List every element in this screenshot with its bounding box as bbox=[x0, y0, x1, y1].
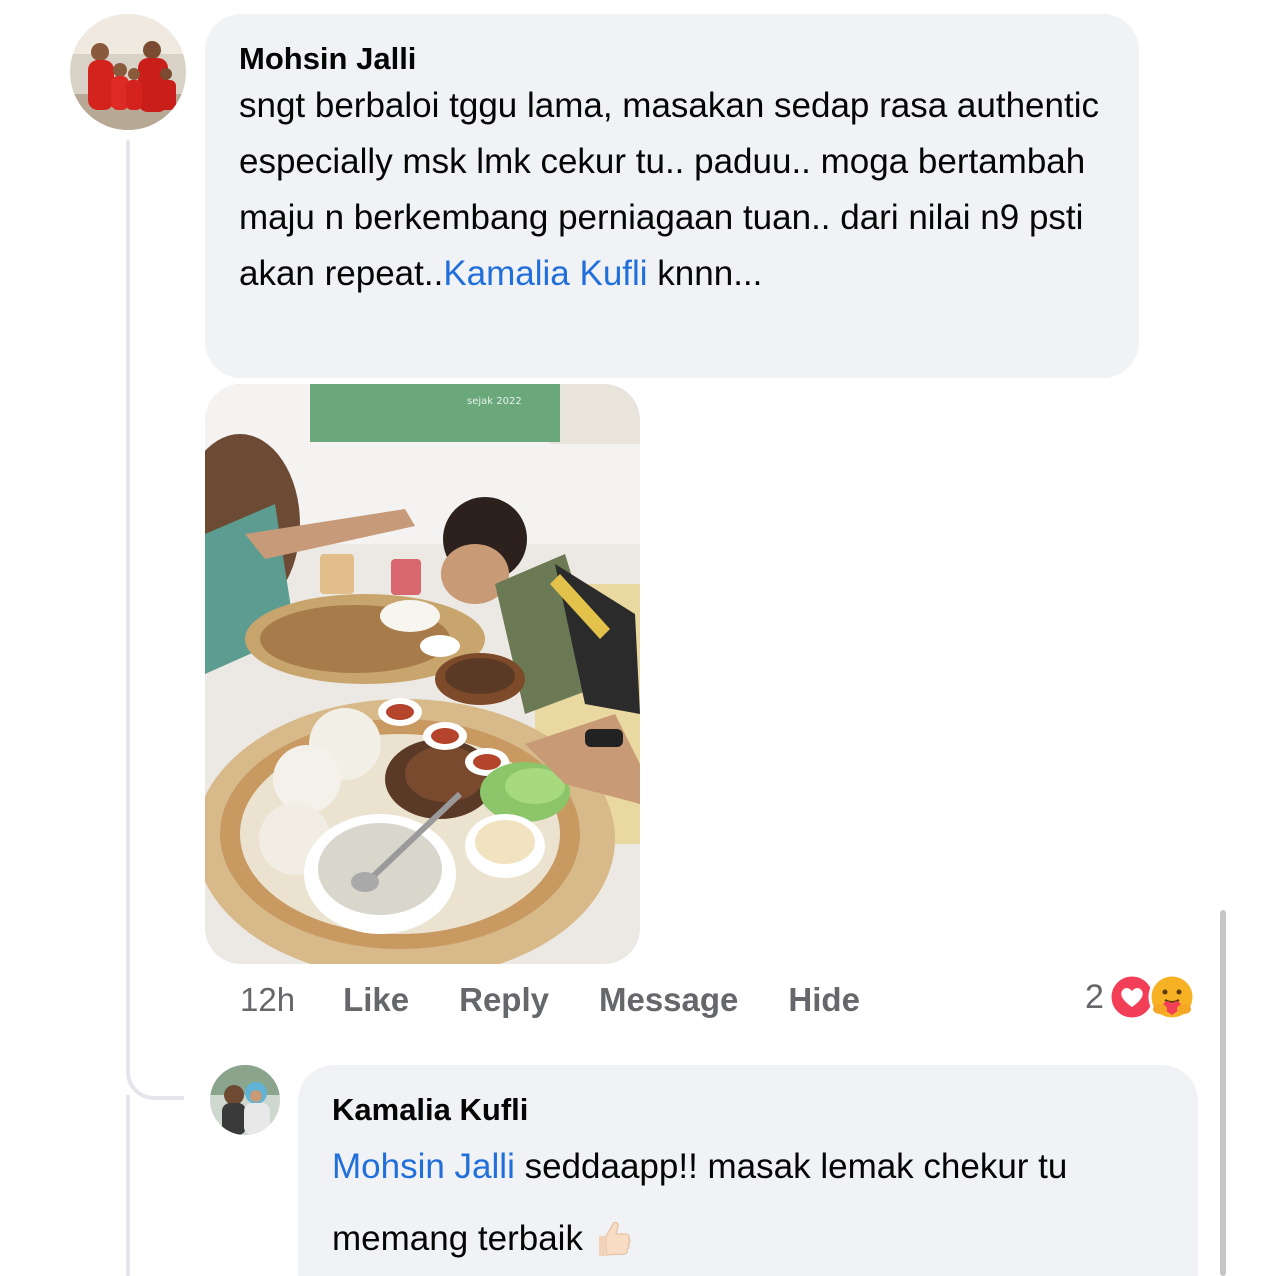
reply-mention-link[interactable]: Mohsin Jalli bbox=[332, 1147, 515, 1186]
reaction-summary[interactable]: 2 bbox=[1085, 972, 1196, 1022]
thread-line-continued bbox=[126, 1095, 130, 1276]
care-reaction-icon bbox=[1148, 973, 1196, 1021]
reply-bubble: Kamalia Kufli Mohsin Jalli seddaapp!! ma… bbox=[298, 1065, 1198, 1276]
reply-connector bbox=[126, 1040, 184, 1100]
commenter-avatar[interactable] bbox=[70, 14, 186, 130]
reply-text: Mohsin Jalli seddaapp!! masak lemak chek… bbox=[332, 1131, 1162, 1275]
scrollbar[interactable] bbox=[1220, 910, 1226, 1276]
mention-link[interactable]: Kamalia Kufli bbox=[443, 254, 647, 293]
replier-avatar[interactable] bbox=[210, 1065, 280, 1135]
message-button[interactable]: Message bbox=[599, 981, 738, 1019]
comment-timestamp[interactable]: 12h bbox=[240, 981, 295, 1019]
comment-author[interactable]: Mohsin Jalli bbox=[239, 40, 1103, 78]
comment-actions: 12h Like Reply Message Hide bbox=[240, 978, 910, 1022]
reaction-count: 2 bbox=[1085, 977, 1104, 1016]
hide-button[interactable]: Hide bbox=[788, 981, 860, 1019]
like-button[interactable]: Like bbox=[343, 981, 409, 1019]
thumbs-up-icon bbox=[598, 1221, 631, 1256]
thread-line bbox=[126, 140, 130, 1075]
comment-bubble: Mohsin Jalli sngt berbaloi tggu lama, ma… bbox=[205, 14, 1139, 378]
comment-body-end: knnn... bbox=[647, 254, 763, 293]
comment-photo[interactable]: sejak 2022 bbox=[205, 384, 640, 964]
banner-text: sejak 2022 bbox=[467, 396, 522, 407]
comment-text: sngt berbaloi tggu lama, masakan sedap r… bbox=[239, 78, 1103, 302]
reply-button[interactable]: Reply bbox=[459, 981, 549, 1019]
reply-author[interactable]: Kamalia Kufli bbox=[332, 1091, 1162, 1129]
